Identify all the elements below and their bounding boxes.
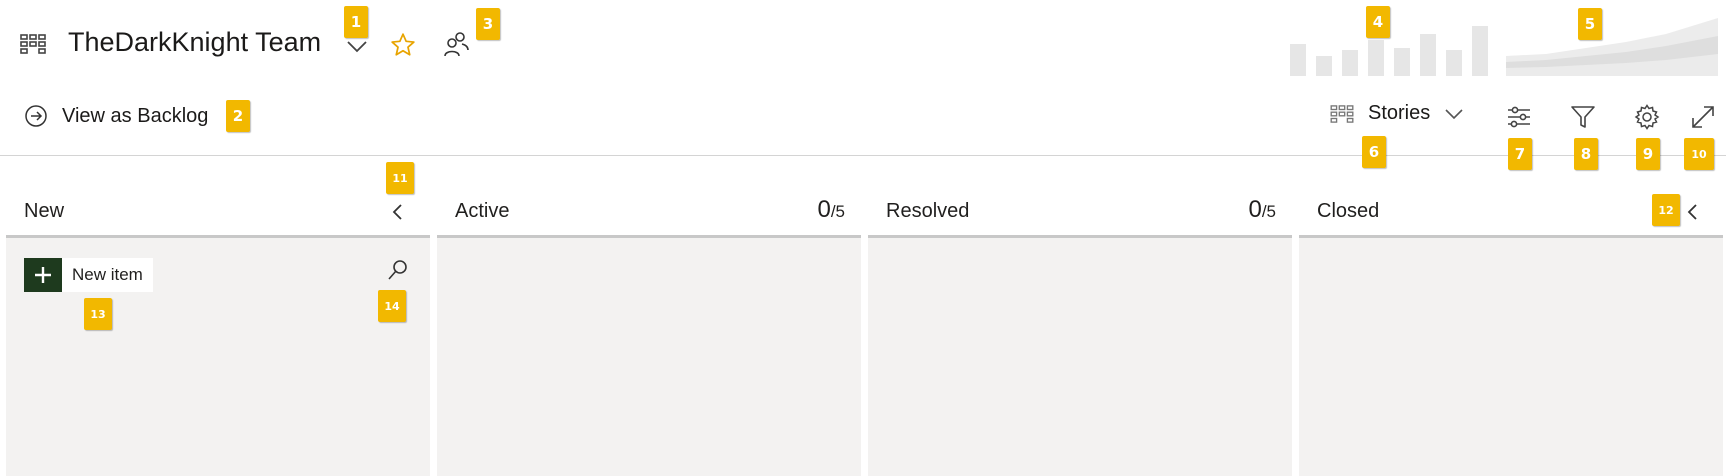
callout-badge: 4: [1366, 6, 1390, 38]
fullscreen-expand-icon[interactable]: [1690, 104, 1716, 130]
board-column-resolved: Resolved 0/5: [868, 158, 1292, 476]
backlog-level-dropdown[interactable]: Stories: [1330, 102, 1464, 125]
board-grid-icon: [1330, 104, 1354, 123]
board-column-new: New New item: [6, 158, 430, 476]
callout-badge: 7: [1508, 138, 1532, 170]
velocity-bar: [1316, 56, 1332, 76]
velocity-bar: [1472, 26, 1488, 76]
view-as-backlog-button[interactable]: View as Backlog: [24, 104, 208, 128]
column-body: [437, 238, 861, 476]
callout-badge: 11: [386, 162, 414, 194]
velocity-chart-icon[interactable]: [1286, 20, 1496, 76]
column-header: Resolved 0/5: [868, 158, 1292, 238]
arrow-circle-right-icon: [24, 104, 48, 128]
column-title: Active: [455, 200, 510, 222]
board-header: TheDarkKnight Team: [0, 0, 1726, 90]
new-item-label: New item: [72, 265, 143, 284]
callout-badge: 2: [226, 100, 250, 132]
collapse-column-chevron-left-icon[interactable]: [1685, 202, 1699, 222]
column-title: Resolved: [886, 200, 970, 222]
backlog-level-label: Stories: [1368, 102, 1431, 124]
new-item-button[interactable]: New item: [24, 258, 153, 292]
column-title: Closed: [1317, 200, 1380, 222]
callout-badge: 13: [84, 298, 112, 330]
search-icon[interactable]: [386, 258, 410, 282]
callout-badge: 6: [1362, 136, 1386, 168]
column-header: New: [6, 158, 430, 238]
chevron-down-icon[interactable]: [346, 40, 368, 54]
callout-badge: 10: [1684, 138, 1714, 170]
board-column-active: Active 0/5: [437, 158, 861, 476]
callout-badge: 8: [1574, 138, 1598, 170]
velocity-bar: [1368, 40, 1384, 76]
velocity-bar: [1342, 50, 1358, 76]
collapse-column-chevron-left-icon[interactable]: [390, 202, 404, 222]
gear-icon[interactable]: [1634, 104, 1660, 130]
column-body: New item: [6, 238, 430, 476]
wip-count: 0/5: [1248, 196, 1276, 224]
view-as-backlog-label: View as Backlog: [62, 104, 209, 127]
wip-limit: /5: [830, 202, 845, 221]
callout-badge: 5: [1578, 8, 1602, 40]
callout-badge: 9: [1636, 138, 1660, 170]
callout-badge: 3: [476, 8, 500, 40]
board-toolbar: View as Backlog Stories: [0, 90, 1726, 156]
cumulative-flow-chart-icon[interactable]: [1506, 14, 1718, 76]
velocity-bar: [1394, 48, 1410, 76]
wip-count-value: 0: [817, 196, 831, 223]
board-grid-icon: [20, 34, 46, 54]
wip-limit: /5: [1261, 202, 1276, 221]
team-name[interactable]: TheDarkKnight Team: [68, 27, 321, 58]
column-title: New: [24, 200, 65, 222]
team-members-icon[interactable]: [442, 30, 470, 58]
column-body: [868, 238, 1292, 476]
column-header: Active 0/5: [437, 158, 861, 238]
star-outline-icon[interactable]: [390, 32, 416, 58]
callout-badge: 14: [378, 290, 406, 322]
wip-count: 0/5: [817, 196, 845, 224]
velocity-bar: [1420, 34, 1436, 76]
column-body: [1299, 238, 1723, 476]
velocity-bar: [1290, 44, 1306, 76]
velocity-bar: [1446, 50, 1462, 76]
callout-badge: 12: [1652, 194, 1680, 226]
wip-count-value: 0: [1248, 196, 1262, 223]
chevron-down-icon: [1444, 108, 1464, 120]
plus-icon: [24, 258, 62, 292]
callout-badge: 1: [344, 6, 368, 38]
board-settings-sliders-icon[interactable]: [1506, 104, 1532, 130]
filter-icon[interactable]: [1570, 104, 1596, 130]
